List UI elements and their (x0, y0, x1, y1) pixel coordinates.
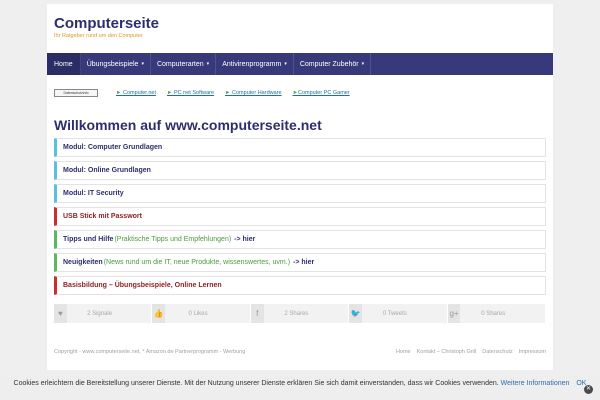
nav-item-label: Home (54, 60, 73, 68)
module-label: Tipps und Hilfe (63, 236, 114, 243)
heart-icon: ♥ (54, 304, 67, 323)
footer-link-datenschutz[interactable]: Datenschutz (482, 349, 513, 355)
link-label: Computer.net (122, 90, 157, 96)
nav-item-computer-zubehoer[interactable]: Computer Zubehör ▾ (294, 53, 372, 75)
module-note: (News rund um die IT, neue Produkte, wis… (103, 259, 291, 266)
nav-item-uebungsbeispiele[interactable]: Übungsbeispiele ▾ (81, 53, 151, 75)
cookie-more-info-link[interactable]: Weitere Informationen (501, 380, 570, 387)
nav-item-label: Computerarten (156, 60, 204, 68)
module-neuigkeiten[interactable]: Neuigkeiten (News rund um die IT, neue P… (54, 253, 546, 272)
privacy-info-badge[interactable]: Datenschutzinfo (54, 89, 98, 97)
link-computer-hardware[interactable]: ► Computer Hardware (225, 90, 282, 96)
share-button-signal[interactable]: ♥ 2 Signale (54, 304, 153, 323)
footer: Copyright - www.computerseite.net, * Ama… (54, 347, 546, 357)
footer-link-home[interactable]: Home (396, 349, 411, 355)
google-plus-icon: g+ (447, 304, 461, 323)
arrow-right-icon: ► (116, 90, 122, 96)
link-computer-net[interactable]: ► Computer.net (116, 90, 156, 96)
module-here-link[interactable]: -> hier (293, 259, 314, 266)
link-label: PC net Software (174, 90, 215, 96)
cookie-text: Cookies erleichtern die Bereitstellung u… (13, 380, 499, 387)
module-tipps-und-hilfe[interactable]: Tipps und Hilfe (Praktische Tipps und Em… (54, 230, 546, 249)
module-label: Modul: Computer Grundlagen (63, 144, 163, 151)
share-button-facebook[interactable]: f 2 Shares (250, 304, 350, 323)
nav-item-label: Antivirenprogramm (222, 60, 282, 68)
share-count: 0 Tweets (382, 310, 407, 317)
module-basisbildung[interactable]: Basisbildung – Übungsbeispiele, Online L… (54, 276, 546, 295)
share-button-twitter[interactable]: 🐦 0 Tweets (349, 304, 448, 323)
share-count: 2 Signale (87, 310, 113, 317)
caret-down-icon: ▾ (141, 61, 144, 67)
nav-item-antivirenprogramm[interactable]: Antivirenprogramm ▾ (216, 53, 294, 75)
footer-link-kontakt[interactable]: Kontakt – Christoph Grill (417, 349, 477, 355)
link-label: Computer Hardware (232, 90, 282, 96)
nav-item-computerarten[interactable]: Computerarten ▾ (151, 53, 217, 75)
module-computer-grundlagen[interactable]: Modul: Computer Grundlagen (54, 138, 546, 157)
module-online-grundlagen[interactable]: Modul: Online Grundlagen (54, 161, 546, 180)
share-count: 0 Likes (188, 310, 208, 317)
partner-links-row: Datenschutzinfo ► Computer.net ► PC net … (54, 88, 361, 98)
share-count: 0 Shares (481, 310, 506, 317)
footer-links: Home Kontakt – Christoph Grill Datenschu… (396, 349, 546, 355)
cookie-banner: Cookies erleichtern die Bereitstellung u… (0, 376, 600, 400)
share-button-like[interactable]: 👍 0 Likes (152, 304, 251, 323)
module-label: Basisbildung – Übungsbeispiele, Online L… (63, 282, 222, 289)
caret-down-icon: ▾ (361, 61, 365, 67)
arrow-right-icon: ► (225, 90, 231, 96)
share-button-google-plus[interactable]: g+ 0 Shares (447, 304, 547, 323)
link-computer-pc-gamer[interactable]: ►Computer PC Gamer (293, 90, 350, 96)
module-list: Modul: Computer Grundlagen Modul: Online… (54, 138, 546, 299)
footer-link-impressum[interactable]: Impressum (519, 349, 546, 355)
module-label: Modul: Online Grundlagen (63, 167, 151, 174)
thumbs-up-icon: 👍 (152, 304, 166, 323)
copyright-text: Copyright - www.computerseite.net, * Ama… (54, 349, 246, 355)
share-bar: ♥ 2 Signale 👍 0 Likes f 2 Shares 🐦 0 Twe… (54, 304, 547, 323)
module-here-link[interactable]: -> hier (234, 236, 255, 243)
twitter-icon: 🐦 (349, 304, 363, 323)
nav-item-label: Computer Zubehör (299, 60, 359, 68)
link-pc-net-software[interactable]: ► PC net Software (167, 90, 214, 96)
caret-down-icon: ▾ (206, 61, 210, 67)
nav-item-label: Übungsbeispiele (86, 60, 139, 68)
module-usb-stick[interactable]: USB Stick mit Passwort (54, 207, 546, 226)
link-label: Computer PC Gamer (298, 90, 350, 96)
facebook-icon: f (250, 304, 264, 323)
close-icon[interactable]: ✕ (584, 385, 593, 394)
nav-item-home[interactable]: Home (47, 53, 81, 75)
module-label: Neuigkeiten (63, 259, 103, 266)
site-title[interactable]: Computerseite (54, 15, 159, 32)
arrow-right-icon: ► (167, 90, 173, 96)
page-title: Willkommen auf www.computerseite.net (54, 117, 322, 133)
module-note: (Praktische Tipps und Empfehlungen) (114, 236, 232, 243)
main-navbar: Home Übungsbeispiele ▾ Computerarten ▾ A… (47, 53, 553, 75)
module-it-security[interactable]: Modul: IT Security (54, 184, 546, 203)
site-tagline: Ihr Ratgeber rund um den Computer (54, 33, 143, 39)
share-count: 2 Shares (284, 310, 309, 317)
page-container: Computerseite Ihr Ratgeber rund um den C… (47, 4, 553, 370)
module-label: USB Stick mit Passwort (63, 213, 142, 220)
caret-down-icon: ▾ (284, 61, 287, 67)
module-label: Modul: IT Security (63, 190, 124, 197)
